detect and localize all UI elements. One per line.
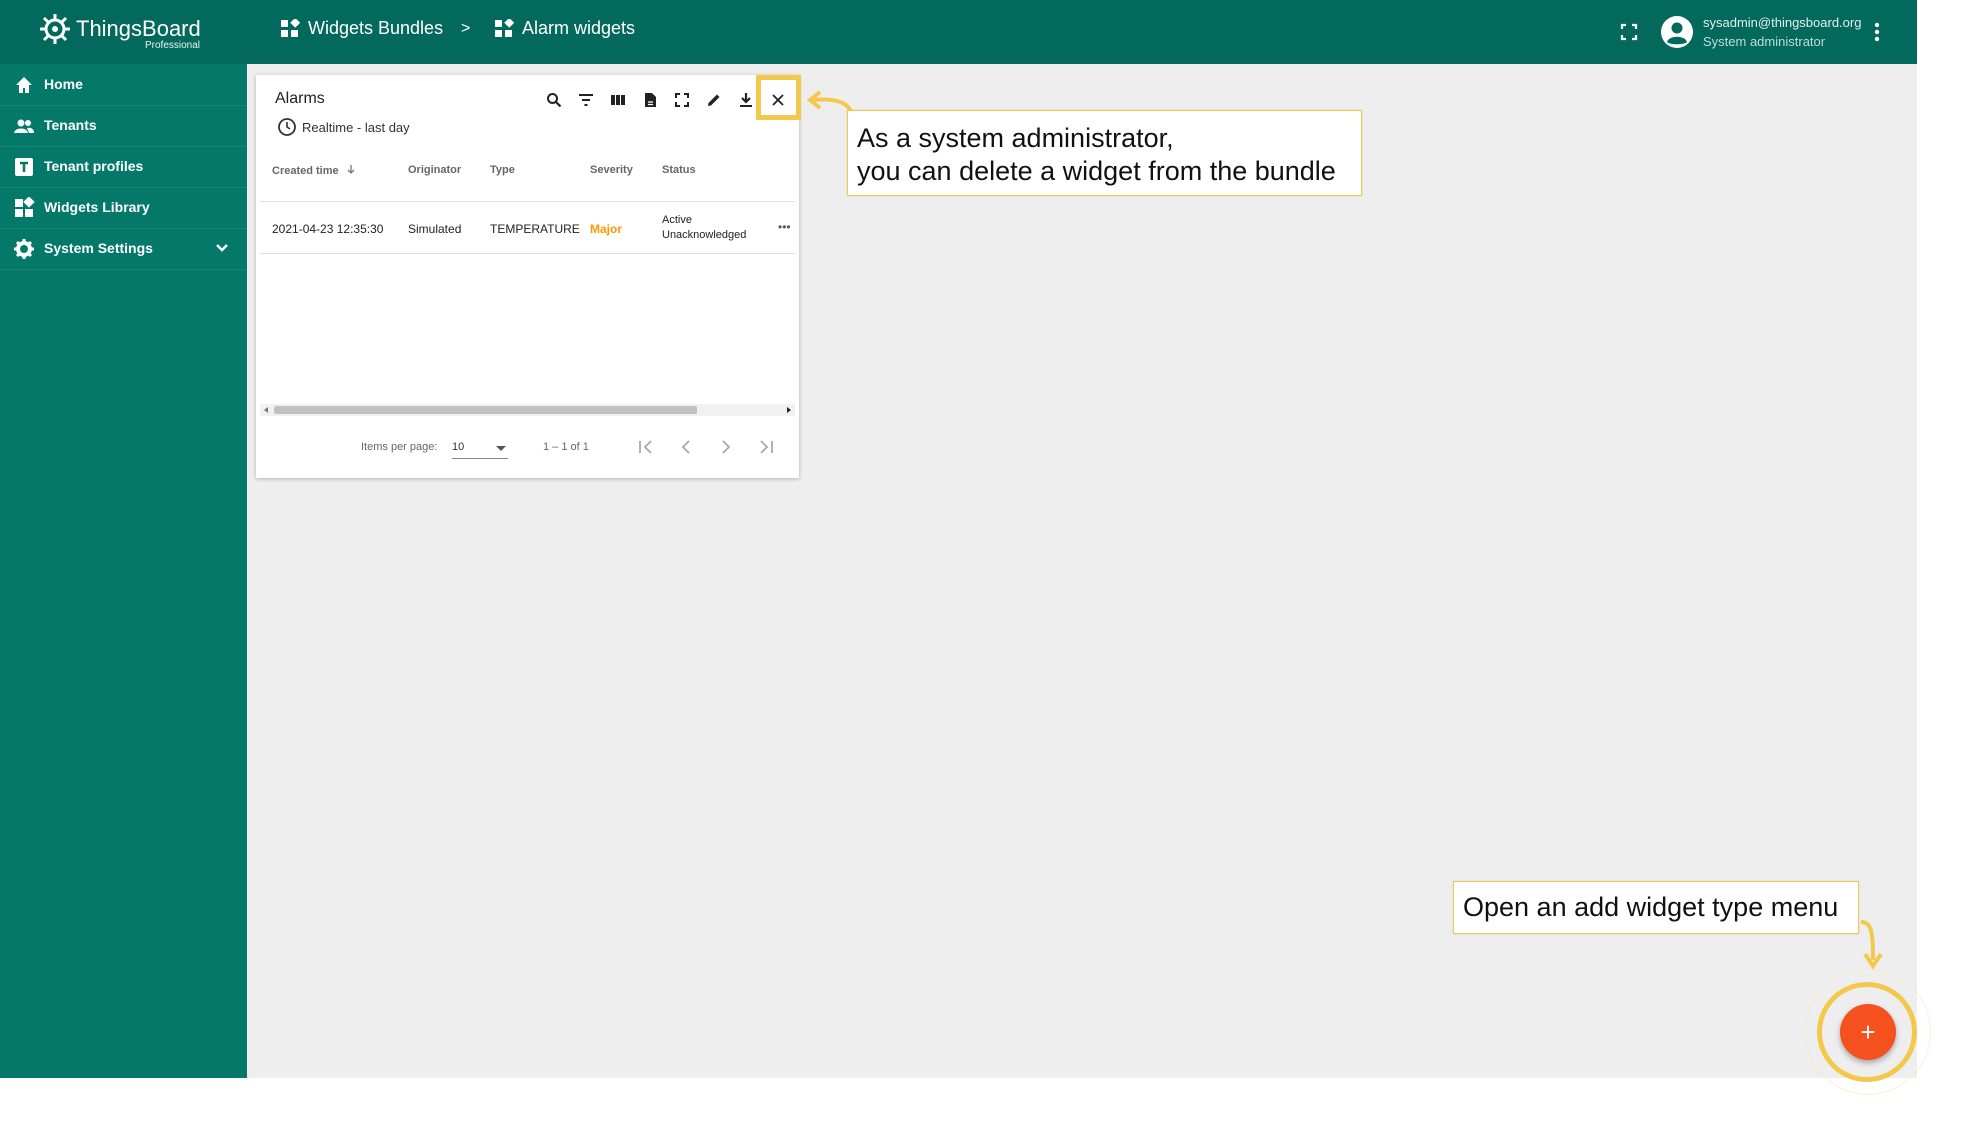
next-page-button[interactable] bbox=[716, 437, 736, 457]
top-toolbar: ThingsBoard Professional Widgets Bundles… bbox=[0, 0, 1917, 64]
sidebar-item-tenants[interactable]: Tenants bbox=[0, 105, 247, 147]
callout-arrow-down-icon bbox=[1860, 920, 1883, 970]
items-per-page-label: Items per page: bbox=[361, 441, 438, 453]
chevron-right-icon bbox=[722, 440, 731, 454]
home-icon bbox=[16, 77, 32, 93]
sidebar-item-tenant-profiles[interactable]: Tenant profiles bbox=[0, 146, 247, 188]
avatar[interactable] bbox=[1660, 15, 1694, 49]
more-vert-icon bbox=[1874, 22, 1880, 42]
download-icon bbox=[740, 93, 752, 107]
sidebar-item-system-settings[interactable]: System Settings bbox=[0, 228, 247, 270]
scrollbar-thumb[interactable] bbox=[274, 406, 697, 414]
chevron-down-icon bbox=[216, 244, 228, 252]
scroll-left-icon[interactable] bbox=[262, 404, 270, 416]
breadcrumb-label: Alarm widgets bbox=[522, 18, 636, 38]
fullscreen-icon bbox=[675, 93, 689, 107]
horizontal-scrollbar[interactable] bbox=[260, 404, 795, 416]
cell-status-line2: Unacknowledged bbox=[662, 229, 747, 241]
search-icon bbox=[547, 93, 562, 108]
scroll-right-icon[interactable] bbox=[785, 404, 793, 416]
alarms-widget: Alarms Realtime - last day Created time … bbox=[256, 75, 799, 478]
column-header-originator[interactable]: Originator bbox=[408, 164, 461, 176]
breadcrumb-alarm-widgets: Alarm widgets bbox=[494, 18, 635, 39]
sidebar-item-label: Home bbox=[44, 76, 83, 92]
chevron-left-icon bbox=[681, 440, 690, 454]
sidebar-item-label: System Settings bbox=[44, 240, 153, 256]
sidebar: Home Tenants Tenant profiles Widgets Lib… bbox=[0, 64, 247, 1078]
callout-line1: As a system administrator, bbox=[857, 123, 1174, 153]
sidebar-item-home[interactable]: Home bbox=[0, 64, 247, 106]
arrow-down-icon bbox=[347, 165, 355, 174]
export-button[interactable] bbox=[638, 88, 662, 112]
column-header-severity[interactable]: Severity bbox=[590, 164, 633, 176]
first-page-button[interactable] bbox=[636, 437, 656, 457]
tenant-profile-icon bbox=[15, 158, 33, 176]
column-header-type[interactable]: Type bbox=[490, 164, 515, 176]
breadcrumb-separator: > bbox=[461, 20, 471, 37]
breadcrumb-widgets-bundles[interactable]: Widgets Bundles bbox=[280, 18, 443, 39]
file-icon bbox=[645, 93, 656, 107]
widgets-icon bbox=[15, 197, 35, 217]
first-page-icon bbox=[639, 440, 652, 454]
filter-icon bbox=[579, 94, 593, 106]
fullscreen-icon bbox=[1620, 23, 1638, 41]
pencil-icon bbox=[708, 94, 720, 106]
column-header-status[interactable]: Status bbox=[662, 164, 696, 176]
dropdown-arrow-icon bbox=[496, 446, 506, 451]
logo[interactable]: ThingsBoard Professional bbox=[38, 12, 208, 54]
page-size-select[interactable]: 10 bbox=[452, 437, 508, 459]
divider bbox=[260, 201, 795, 202]
sidebar-item-widgets-library[interactable]: Widgets Library bbox=[0, 187, 247, 229]
more-menu-button[interactable] bbox=[1870, 20, 1884, 44]
timewindow[interactable]: Realtime - last day bbox=[277, 117, 410, 137]
sidebar-item-label: Tenant profiles bbox=[44, 158, 144, 174]
last-page-button[interactable] bbox=[756, 437, 776, 457]
previous-page-button[interactable] bbox=[676, 437, 696, 457]
widget-title: Alarms bbox=[275, 90, 325, 107]
search-button[interactable] bbox=[542, 88, 566, 112]
cell-created-time: 2021-04-23 12:35:30 bbox=[272, 222, 384, 236]
fullscreen-button[interactable] bbox=[1618, 21, 1640, 43]
clock-icon bbox=[278, 118, 296, 136]
filter-button[interactable] bbox=[574, 88, 598, 112]
cell-status-line1: Active bbox=[662, 214, 692, 226]
widgets-icon bbox=[495, 18, 514, 37]
widgets-icon bbox=[281, 18, 300, 37]
cell-type: TEMPERATURE bbox=[490, 222, 580, 236]
highlight-delete-box bbox=[756, 75, 801, 120]
cell-severity: Major bbox=[590, 222, 623, 236]
gear-icon bbox=[14, 239, 34, 259]
user-role: System administrator bbox=[1703, 34, 1826, 49]
page-range: 1 – 1 of 1 bbox=[543, 441, 589, 453]
thingsboard-logo-icon bbox=[40, 14, 70, 44]
add-widget-callout: Open an add widget type menu bbox=[1453, 881, 1859, 934]
cell-originator: Simulated bbox=[408, 222, 462, 236]
callout-line2: you can delete a widget from the bundle bbox=[857, 156, 1336, 186]
callout-text: Open an add widget type menu bbox=[1463, 892, 1839, 922]
edit-button[interactable] bbox=[702, 88, 726, 112]
column-header-created-time[interactable]: Created time bbox=[272, 164, 356, 177]
people-icon bbox=[14, 119, 34, 133]
account-circle-icon bbox=[1661, 16, 1693, 48]
brand-name: ThingsBoard bbox=[76, 16, 201, 41]
download-button[interactable] bbox=[734, 88, 758, 112]
highlight-fab-halo bbox=[1805, 969, 1931, 1095]
widget-fullscreen-button[interactable] bbox=[670, 88, 694, 112]
sidebar-item-label: Widgets Library bbox=[44, 199, 150, 215]
sidebar-item-label: Tenants bbox=[44, 117, 97, 133]
user-email: sysadmin@thingsboard.org bbox=[1703, 15, 1862, 30]
columns-button[interactable] bbox=[606, 88, 630, 112]
brand-sub: Professional bbox=[145, 40, 201, 51]
breadcrumb-label: Widgets Bundles bbox=[308, 18, 444, 38]
page-size-value: 10 bbox=[452, 441, 465, 453]
last-page-icon bbox=[760, 440, 773, 454]
divider bbox=[260, 253, 795, 254]
delete-widget-callout: As a system administrator, you can delet… bbox=[847, 110, 1362, 196]
row-more-button[interactable]: ••• bbox=[778, 220, 791, 234]
timewindow-label: Realtime - last day bbox=[302, 119, 410, 135]
view-column-icon bbox=[611, 95, 625, 105]
